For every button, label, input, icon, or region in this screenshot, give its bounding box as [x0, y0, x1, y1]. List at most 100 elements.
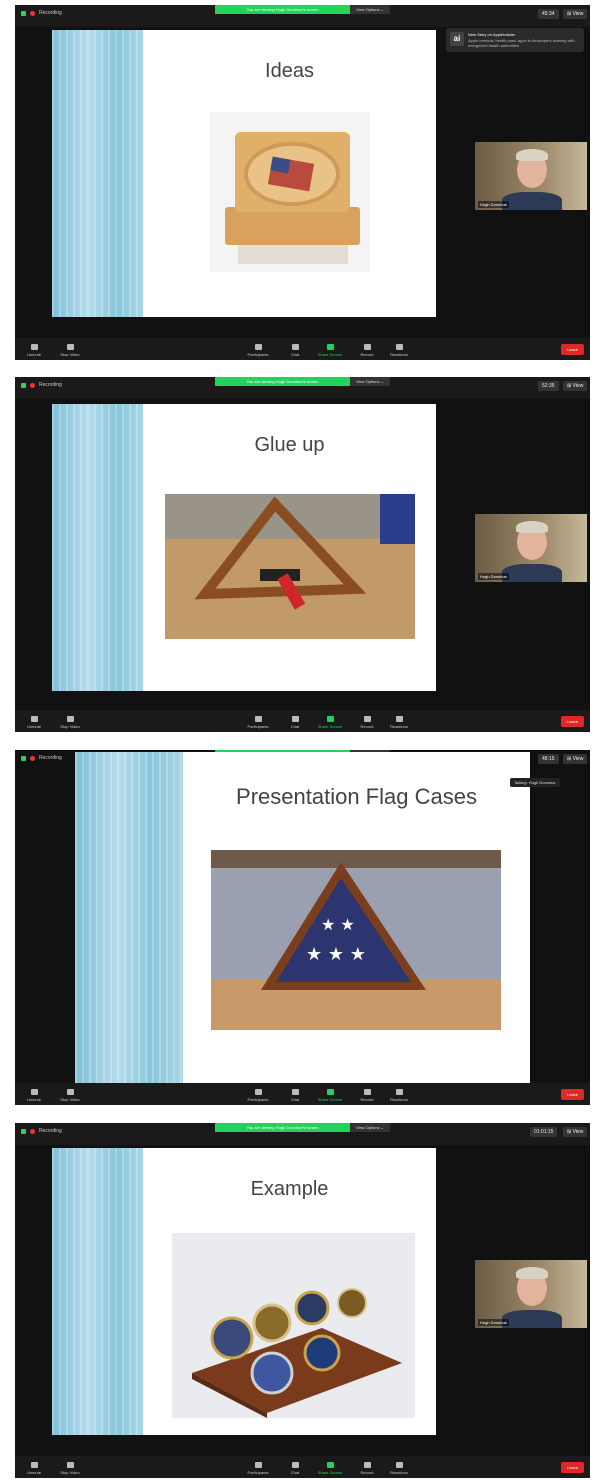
- stop-video-button[interactable]: Stop Video: [55, 1089, 85, 1102]
- microphone-muted-icon: [30, 1462, 38, 1468]
- slide-title: Presentation Flag Cases: [236, 784, 477, 809]
- zoom-window-4: Recording You are viewing Hugh Donohue's…: [15, 1123, 590, 1478]
- view-button[interactable]: ⊞ View: [563, 1127, 588, 1137]
- unmute-button[interactable]: Unmute: [19, 716, 49, 729]
- microphone-muted-icon: [30, 1089, 38, 1095]
- notification-body: Apple reminds 'health pass' apps to deve…: [468, 38, 575, 48]
- recording-indicator[interactable]: Recording: [21, 755, 62, 761]
- slide-photo: [210, 112, 370, 272]
- view-button[interactable]: ⊞ View: [563, 381, 588, 391]
- stop-video-button[interactable]: Stop Video: [55, 1462, 85, 1475]
- share-screen-icon: [326, 344, 334, 350]
- shared-slide: Glue up: [52, 404, 436, 691]
- notification-popup[interactable]: ai New Story on AppleInsider Apple remin…: [446, 28, 584, 52]
- shield-icon: [21, 1128, 26, 1134]
- viewing-banner: You are viewing Hugh Donohue's screen: [215, 1123, 350, 1132]
- participants-icon: [254, 1462, 262, 1468]
- top-bar: Recording You are viewing Hugh Donohue's…: [15, 1123, 590, 1145]
- zoom-window-3: Recording You are viewing Hugh Donohue's…: [15, 750, 590, 1105]
- view-button[interactable]: ⊞ View: [563, 9, 588, 19]
- recording-label: Recording: [39, 382, 62, 388]
- chat-bubble-icon: [291, 716, 299, 722]
- share-screen-button[interactable]: Share Screen: [315, 1089, 345, 1102]
- chat-bubble-icon: [291, 344, 299, 350]
- video-camera-icon: [66, 716, 74, 722]
- stop-video-button[interactable]: Stop Video: [55, 344, 85, 357]
- svg-text:★ ★ ★: ★ ★ ★: [306, 944, 366, 965]
- leave-button[interactable]: Leave: [561, 716, 584, 727]
- reactions-button[interactable]: Reactions: [384, 1089, 414, 1102]
- participants-button[interactable]: Participants: [243, 1462, 273, 1475]
- participants-button[interactable]: Participants: [243, 344, 273, 357]
- chat-button[interactable]: Chat: [280, 344, 310, 357]
- leave-button[interactable]: Leave: [561, 1089, 584, 1100]
- participant-video[interactable]: Hugh Donohue: [475, 142, 587, 210]
- view-button[interactable]: ⊞ View: [563, 754, 588, 764]
- wood-texture-strip: [52, 1148, 143, 1435]
- top-bar: Recording You are viewing Hugh Donohue's…: [15, 5, 590, 27]
- reactions-button[interactable]: Reactions: [384, 344, 414, 357]
- zoom-window-1: Recording You are viewing Hugh Donohue's…: [15, 5, 590, 360]
- meeting-timer: 52:35: [538, 381, 559, 391]
- meeting-toolbar: Unmute Stop Video Participants Chat Shar…: [15, 338, 590, 360]
- unmute-button[interactable]: Unmute: [19, 344, 49, 357]
- participant-video[interactable]: Hugh Donohue: [475, 514, 587, 582]
- view-options-button[interactable]: View Options ⌄: [350, 377, 390, 386]
- talking-indicator: Talking: Hugh Donohue: [510, 778, 560, 787]
- view-options-button[interactable]: View Options ⌄: [350, 5, 390, 14]
- stop-video-button[interactable]: Stop Video: [55, 716, 85, 729]
- microphone-muted-icon: [30, 716, 38, 722]
- record-button[interactable]: Record: [352, 716, 382, 729]
- reactions-icon: [395, 1089, 403, 1095]
- record-button[interactable]: Record: [352, 344, 382, 357]
- chat-bubble-icon: [291, 1089, 299, 1095]
- share-screen-button[interactable]: Share Screen: [315, 1462, 345, 1475]
- record-dot-icon: [30, 755, 35, 761]
- recording-label: Recording: [39, 755, 62, 761]
- record-icon: [363, 716, 371, 722]
- share-screen-button[interactable]: Share Screen: [315, 716, 345, 729]
- chat-button[interactable]: Chat: [280, 716, 310, 729]
- reactions-button[interactable]: Reactions: [384, 716, 414, 729]
- participant-name: Hugh Donohue: [478, 201, 509, 208]
- recording-indicator[interactable]: Recording: [21, 382, 62, 388]
- participants-button[interactable]: Participants: [243, 1089, 273, 1102]
- slide-title: Glue up: [254, 434, 325, 456]
- share-screen-icon: [326, 1089, 334, 1095]
- unmute-button[interactable]: Unmute: [19, 1089, 49, 1102]
- slide-photo: ★ ★ ★ ★ ★: [211, 850, 501, 1030]
- unmute-button[interactable]: Unmute: [19, 1462, 49, 1475]
- recording-label: Recording: [39, 1128, 62, 1134]
- wood-texture-strip: [52, 30, 143, 317]
- shared-slide: Presentation Flag Cases ★ ★ ★ ★ ★: [75, 752, 530, 1092]
- record-dot-icon: [30, 1128, 35, 1134]
- glue-up-image: [165, 494, 415, 639]
- record-dot-icon: [30, 10, 35, 16]
- record-icon: [363, 1462, 371, 1468]
- viewing-banner: You are viewing Hugh Donohue's screen: [215, 377, 350, 386]
- view-options-button[interactable]: View Options ⌄: [350, 1123, 390, 1132]
- recording-indicator[interactable]: Recording: [21, 1128, 62, 1134]
- meeting-toolbar: Unmute Stop Video Participants Chat Shar…: [15, 1083, 590, 1105]
- flag-case-image: ★ ★ ★ ★ ★: [211, 850, 501, 1030]
- viewing-banner: You are viewing Hugh Donohue's screen: [215, 5, 350, 14]
- reactions-button[interactable]: Reactions: [384, 1462, 414, 1475]
- share-screen-button[interactable]: Share Screen: [315, 344, 345, 357]
- recording-indicator[interactable]: Recording: [21, 10, 62, 16]
- top-bar: Recording You are viewing Hugh Donohue's…: [15, 377, 590, 399]
- video-camera-icon: [66, 1462, 74, 1468]
- participants-icon: [254, 1089, 262, 1095]
- record-button[interactable]: Record: [352, 1462, 382, 1475]
- record-button[interactable]: Record: [352, 1089, 382, 1102]
- participants-icon: [254, 716, 262, 722]
- recording-label: Recording: [39, 10, 62, 16]
- chat-button[interactable]: Chat: [280, 1462, 310, 1475]
- chat-button[interactable]: Chat: [280, 1089, 310, 1102]
- reactions-icon: [395, 1462, 403, 1468]
- participants-button[interactable]: Participants: [243, 716, 273, 729]
- leave-button[interactable]: Leave: [561, 344, 584, 355]
- meeting-timer: 45:34: [538, 9, 559, 19]
- participant-video[interactable]: Hugh Donohue: [475, 1260, 587, 1328]
- leave-button[interactable]: Leave: [561, 1462, 584, 1473]
- shield-icon: [21, 10, 26, 16]
